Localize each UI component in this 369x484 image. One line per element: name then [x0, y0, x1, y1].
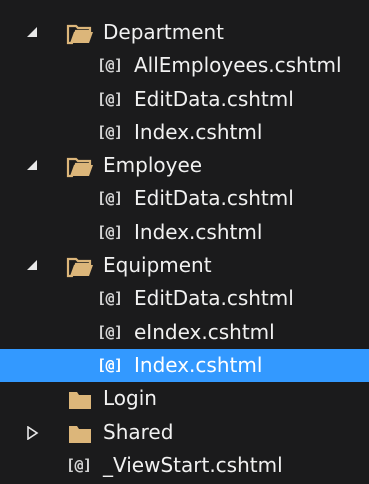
razor-file-icon: [@] [97, 222, 123, 241]
razor-file-icon: [@] [97, 56, 123, 75]
file-item[interactable]: [@] AllEmployees.cshtml [0, 49, 369, 82]
razor-file-icon: [@] [97, 189, 123, 208]
solution-explorer-tree: Department [@] AllEmployees.cshtml [@] E… [0, 0, 369, 484]
folder-open-icon [66, 255, 94, 278]
folder-label: Equipment [103, 253, 212, 278]
file-label: Index.cshtml [134, 352, 263, 377]
file-label: eIndex.cshtml [134, 319, 275, 344]
folder-employee[interactable]: Employee [0, 149, 369, 182]
razor-file-icon: [@] [97, 355, 123, 374]
file-item[interactable]: [@] Index.cshtml [0, 116, 369, 149]
file-item[interactable]: [@] EditData.cshtml [0, 282, 369, 315]
razor-file-icon: [@] [97, 322, 123, 341]
folder-closed-icon [66, 422, 94, 444]
folder-label: Login [103, 386, 157, 411]
file-label: Index.cshtml [134, 119, 263, 144]
folder-department[interactable]: Department [0, 16, 369, 49]
razor-file-icon: [@] [66, 455, 92, 474]
razor-file-icon: [@] [97, 89, 123, 108]
folder-equipment[interactable]: Equipment [0, 249, 369, 282]
file-item[interactable]: [@] EditData.cshtml [0, 182, 369, 215]
folder-label: Department [103, 20, 225, 44]
collapsed-arrow-icon[interactable] [27, 416, 41, 449]
file-label: _ViewStart.cshtml [103, 452, 283, 477]
folder-label: Shared [103, 419, 174, 444]
folder-login[interactable]: Login [0, 382, 369, 415]
folder-shared[interactable]: Shared [0, 416, 369, 449]
expanded-arrow-icon[interactable] [27, 249, 41, 282]
expanded-arrow-icon[interactable] [27, 16, 41, 49]
file-item-selected[interactable]: [@] Index.cshtml [0, 348, 369, 383]
file-item[interactable]: [@] _ViewStart.cshtml [0, 449, 369, 482]
razor-file-icon: [@] [97, 289, 123, 308]
file-label: EditData.cshtml [134, 286, 294, 311]
file-item[interactable]: [@] eIndex.cshtml [0, 316, 369, 349]
folder-label: Employee [103, 153, 203, 178]
expanded-arrow-icon[interactable] [27, 149, 41, 182]
file-label: EditData.cshtml [134, 86, 294, 111]
file-label: AllEmployees.cshtml [134, 53, 342, 78]
folder-open-icon [66, 22, 94, 45]
folder-open-icon [66, 155, 94, 178]
razor-file-icon: [@] [97, 122, 123, 141]
folder-closed-icon [66, 388, 94, 410]
file-label: EditData.cshtml [134, 186, 294, 211]
file-item[interactable]: [@] EditData.cshtml [0, 83, 369, 116]
file-item[interactable]: [@] Index.cshtml [0, 216, 369, 249]
file-label: Index.cshtml [134, 219, 263, 244]
